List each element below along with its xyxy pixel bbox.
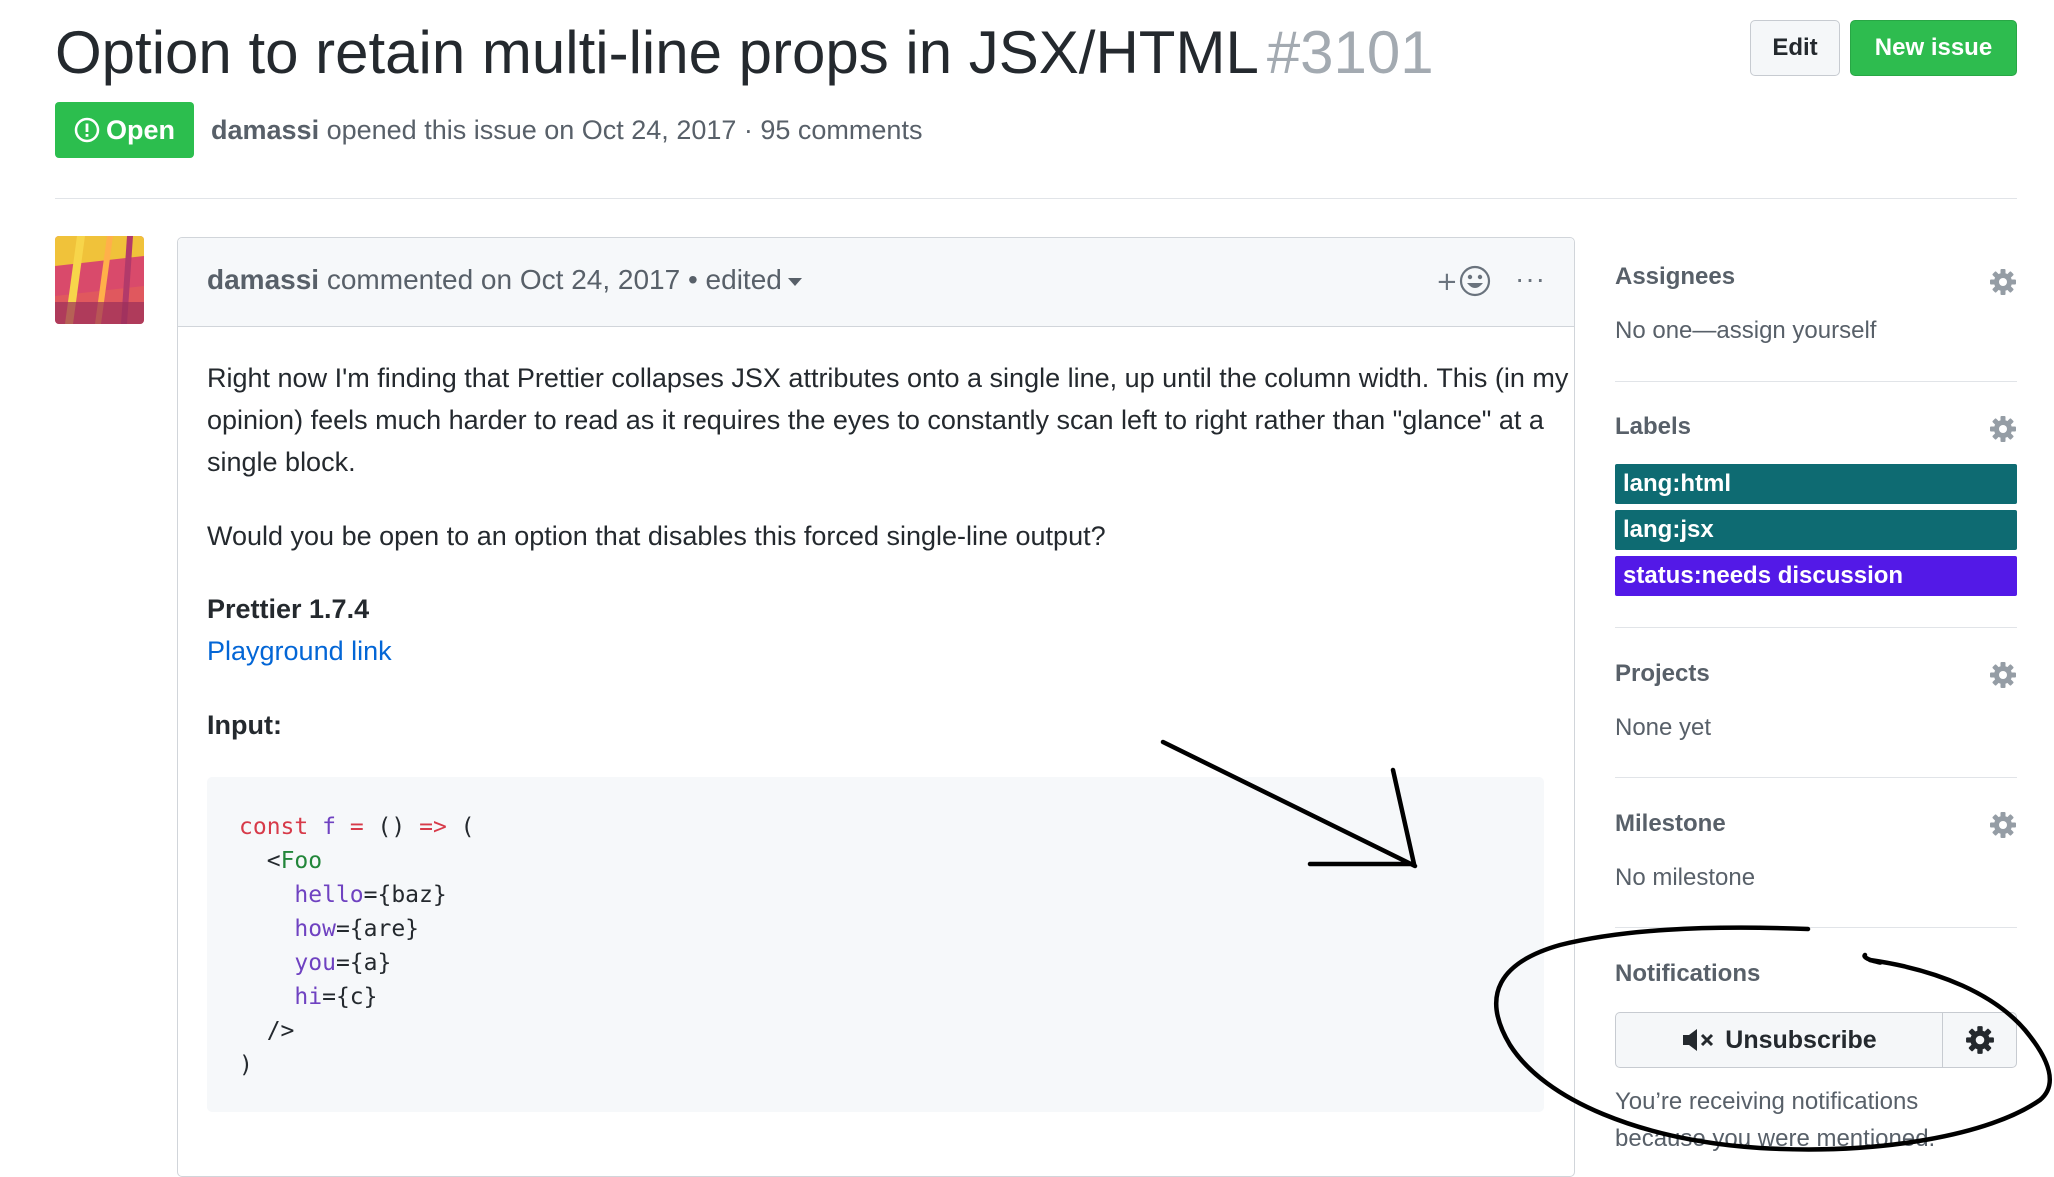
code-line: <Foo [266, 848, 323, 874]
avatar[interactable] [55, 236, 144, 324]
notifications-reason-line1: You’re receiving notifications [1615, 1088, 1919, 1115]
issue-title: Option to retain multi-line props in JSX… [55, 12, 1434, 94]
comment-header: damassi commented on Oct 24, 2017 • edit… [178, 238, 1574, 327]
code-line: how={are} [294, 916, 420, 942]
more-options-icon[interactable]: ··· [1515, 263, 1546, 295]
issue-author-link[interactable]: damassi [211, 115, 319, 145]
label-lang-html[interactable]: lang:html [1615, 464, 2017, 504]
issue-meta-text: opened this issue on Oct 24, 2017 · 95 c… [326, 115, 923, 145]
chevron-down-icon[interactable] [787, 277, 802, 286]
sidebar-divider [1615, 381, 2017, 382]
comment-author-link[interactable]: damassi [207, 264, 319, 295]
comment-paragraph-2: Would you be open to an option that disa… [207, 521, 1106, 551]
code-line: hi={c} [294, 984, 378, 1010]
issue-number: #3101 [1266, 19, 1434, 86]
mute-icon [1683, 1029, 1714, 1051]
new-issue-button[interactable]: New issue [1850, 20, 2017, 76]
code-line: const f = () => ( [239, 814, 475, 840]
code-block: const f = () => ( <Foo hello={baz} how={… [207, 777, 1544, 1112]
milestone-heading[interactable]: Milestone [1615, 806, 1726, 842]
unsubscribe-control: Unsubscribe [1615, 1012, 2017, 1068]
unsubscribe-label: Unsubscribe [1725, 1025, 1877, 1054]
code-line: /> [266, 1018, 295, 1044]
assignees-heading[interactable]: Assignees [1615, 259, 1735, 295]
issue-title-text: Option to retain multi-line props in JSX… [55, 19, 1259, 86]
gear-icon[interactable] [1989, 811, 2017, 839]
issue-meta: damassi opened this issue on Oct 24, 201… [211, 108, 922, 152]
sidebar-divider [1615, 927, 2017, 928]
notifications-reason-line2: because you were mentioned. [1615, 1125, 1936, 1152]
notifications-heading: Notifications [1615, 960, 1761, 987]
sidebar-divider [1615, 777, 2017, 778]
header-divider [55, 198, 2017, 199]
gear-icon[interactable] [1989, 415, 2017, 443]
gear-icon[interactable] [1989, 661, 2017, 689]
status-badge: Open [55, 102, 194, 158]
edit-button[interactable]: Edit [1750, 20, 1840, 76]
plus-icon: + [1436, 267, 1458, 297]
projects-heading[interactable]: Projects [1615, 656, 1710, 692]
projects-value: None yet [1615, 714, 1712, 741]
status-badge-label: Open [105, 114, 175, 145]
issue-opened-icon [74, 117, 100, 143]
playground-link[interactable]: Playground link [207, 630, 392, 672]
label-lang-jsx[interactable]: lang:jsx [1615, 510, 2017, 550]
gear-icon[interactable] [1989, 268, 2017, 296]
notification-settings-button[interactable] [1943, 1013, 2016, 1067]
unsubscribe-button[interactable]: Unsubscribe [1616, 1013, 1943, 1067]
version-heading: Prettier 1.7.4 [207, 594, 370, 624]
add-reaction-button[interactable]: + [1436, 263, 1496, 299]
code-line: hello={baz} [294, 882, 447, 908]
comment-meta-text: commented on Oct 24, 2017 • edited [326, 264, 782, 295]
gear-icon [1965, 1026, 1994, 1054]
sidebar-divider [1615, 627, 2017, 628]
labels-heading[interactable]: Labels [1615, 409, 1691, 445]
label-status-needs-discussion[interactable]: status:needs discussion [1615, 556, 2017, 596]
comment-paragraph-1: Right now I'm finding that Prettier coll… [207, 363, 1569, 477]
code-line: you={a} [294, 950, 392, 976]
milestone-value: No milestone [1615, 864, 1756, 891]
code-line: ) [239, 1052, 253, 1078]
input-heading: Input: [207, 710, 282, 740]
assignees-value[interactable]: No one—assign yourself [1615, 313, 1876, 349]
comment-meta: damassi commented on Oct 24, 2017 • edit… [207, 260, 802, 300]
